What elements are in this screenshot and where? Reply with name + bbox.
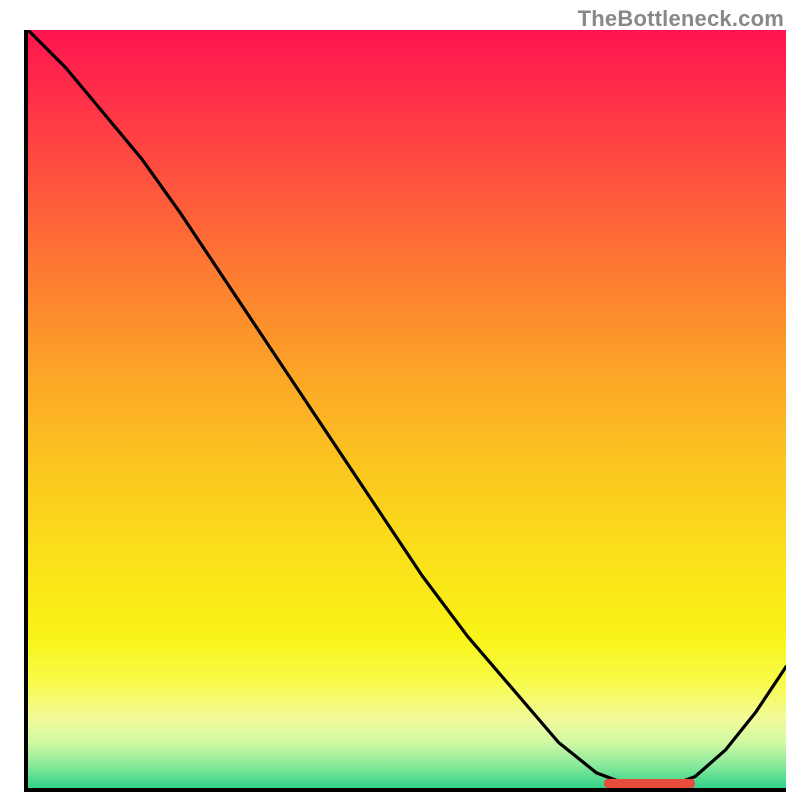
plot-area	[28, 30, 786, 788]
plot-frame	[24, 30, 786, 792]
minimum-marker	[604, 779, 695, 788]
chart-stage: TheBottleneck.com	[0, 0, 800, 800]
x-axis-line	[24, 788, 786, 792]
curve-layer	[28, 30, 786, 788]
watermark-text: TheBottleneck.com	[578, 6, 784, 32]
bottleneck-curve	[28, 30, 786, 786]
